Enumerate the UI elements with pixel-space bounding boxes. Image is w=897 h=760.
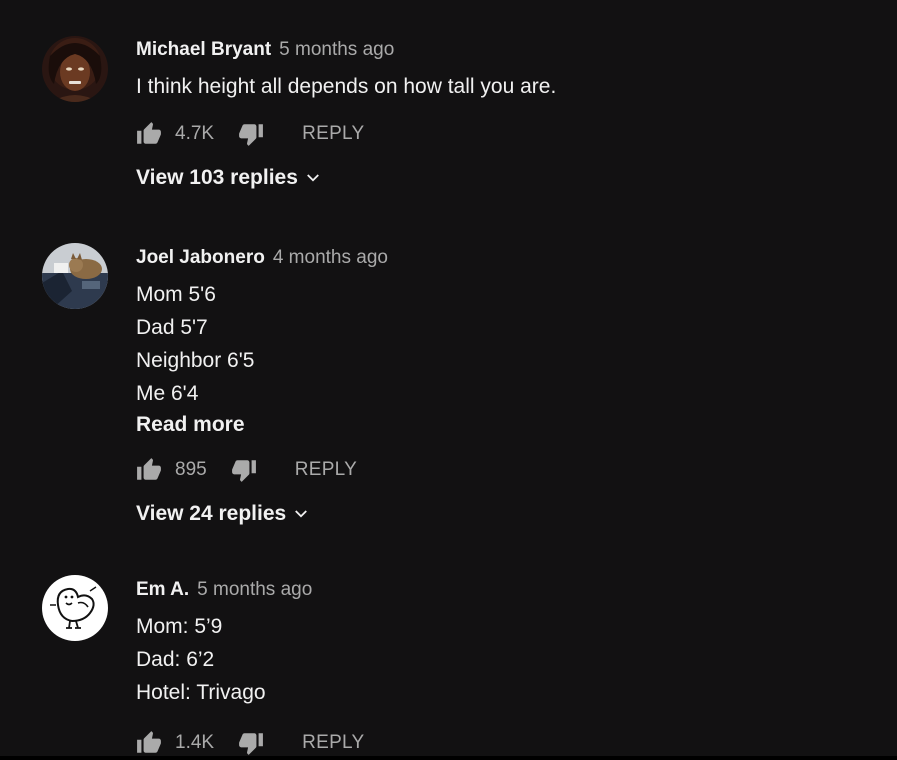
comment-line: Hotel: Trivago	[136, 681, 266, 704]
comment-actions: 4.7K REPLY	[136, 120, 877, 148]
like-count: 4.7K	[175, 123, 215, 144]
comment-text: Mom 5'6 Dad 5'7 Neighbor 6'5 Me 6'4	[136, 278, 877, 410]
dislike-button[interactable]	[238, 730, 264, 756]
comment-line: Mom 5'6	[136, 283, 216, 306]
comment-text: Mom: 5’9 Dad: 6’2 Hotel: Trivago	[136, 610, 877, 709]
reply-button[interactable]: REPLY	[295, 459, 357, 481]
avatar[interactable]	[42, 575, 108, 641]
comment-header: Joel Jabonero 4 months ago	[136, 246, 877, 270]
avatar[interactable]	[42, 243, 108, 309]
comment-actions: 1.4K REPLY	[136, 729, 877, 757]
chevron-down-icon	[295, 510, 308, 518]
cat-avatar-icon	[42, 243, 108, 309]
dislike-button[interactable]	[238, 121, 264, 147]
comment-line: Me 6'4	[136, 382, 199, 405]
thumbs-up-icon	[137, 122, 161, 144]
comment-line: I think height all depends on how tall y…	[136, 75, 557, 98]
comment-header: Em A. 5 months ago	[136, 578, 877, 602]
comment-header: Michael Bryant 5 months ago	[136, 38, 877, 62]
thumbs-up-icon	[137, 458, 161, 480]
thumbs-down-icon	[231, 460, 256, 482]
like-count: 895	[175, 459, 207, 480]
view-replies-label: View 24 replies	[136, 502, 287, 525]
reply-button[interactable]: REPLY	[302, 123, 364, 145]
timestamp[interactable]: 4 months ago	[273, 246, 388, 270]
person-avatar-icon	[42, 36, 108, 102]
comment-line: Mom: 5’9	[136, 615, 223, 638]
like-button[interactable]	[136, 730, 162, 756]
avatar[interactable]	[42, 36, 108, 102]
thumbs-down-icon	[239, 124, 264, 146]
read-more-button[interactable]: Read more	[136, 410, 877, 440]
author-name[interactable]: Michael Bryant	[136, 38, 271, 62]
like-button[interactable]	[136, 121, 162, 147]
comment-line: Dad 5'7	[136, 316, 208, 339]
view-replies-label: View 103 replies	[136, 166, 298, 189]
comments-feed: Michael Bryant 5 months ago I think heig…	[0, 0, 897, 760]
view-replies-button[interactable]: View 24 replies	[136, 502, 310, 526]
thumbs-up-icon	[137, 731, 161, 753]
like-count: 1.4K	[175, 732, 215, 753]
bird-doodle-avatar-icon	[42, 575, 108, 641]
timestamp[interactable]: 5 months ago	[197, 578, 312, 602]
comment-text: I think height all depends on how tall y…	[136, 70, 877, 103]
author-name[interactable]: Joel Jabonero	[136, 246, 265, 270]
author-name[interactable]: Em A.	[136, 578, 189, 602]
dislike-button[interactable]	[231, 457, 257, 483]
reply-button[interactable]: REPLY	[302, 732, 364, 754]
timestamp[interactable]: 5 months ago	[279, 38, 394, 62]
thumbs-down-icon	[239, 733, 264, 755]
chevron-down-icon	[307, 174, 319, 182]
comment-line: Neighbor 6'5	[136, 349, 255, 372]
comment-line: Dad: 6’2	[136, 648, 215, 671]
bottom-divider	[0, 756, 897, 760]
comment-actions: 895 REPLY	[136, 456, 877, 484]
like-button[interactable]	[136, 457, 162, 483]
view-replies-button[interactable]: View 103 replies	[136, 166, 322, 190]
